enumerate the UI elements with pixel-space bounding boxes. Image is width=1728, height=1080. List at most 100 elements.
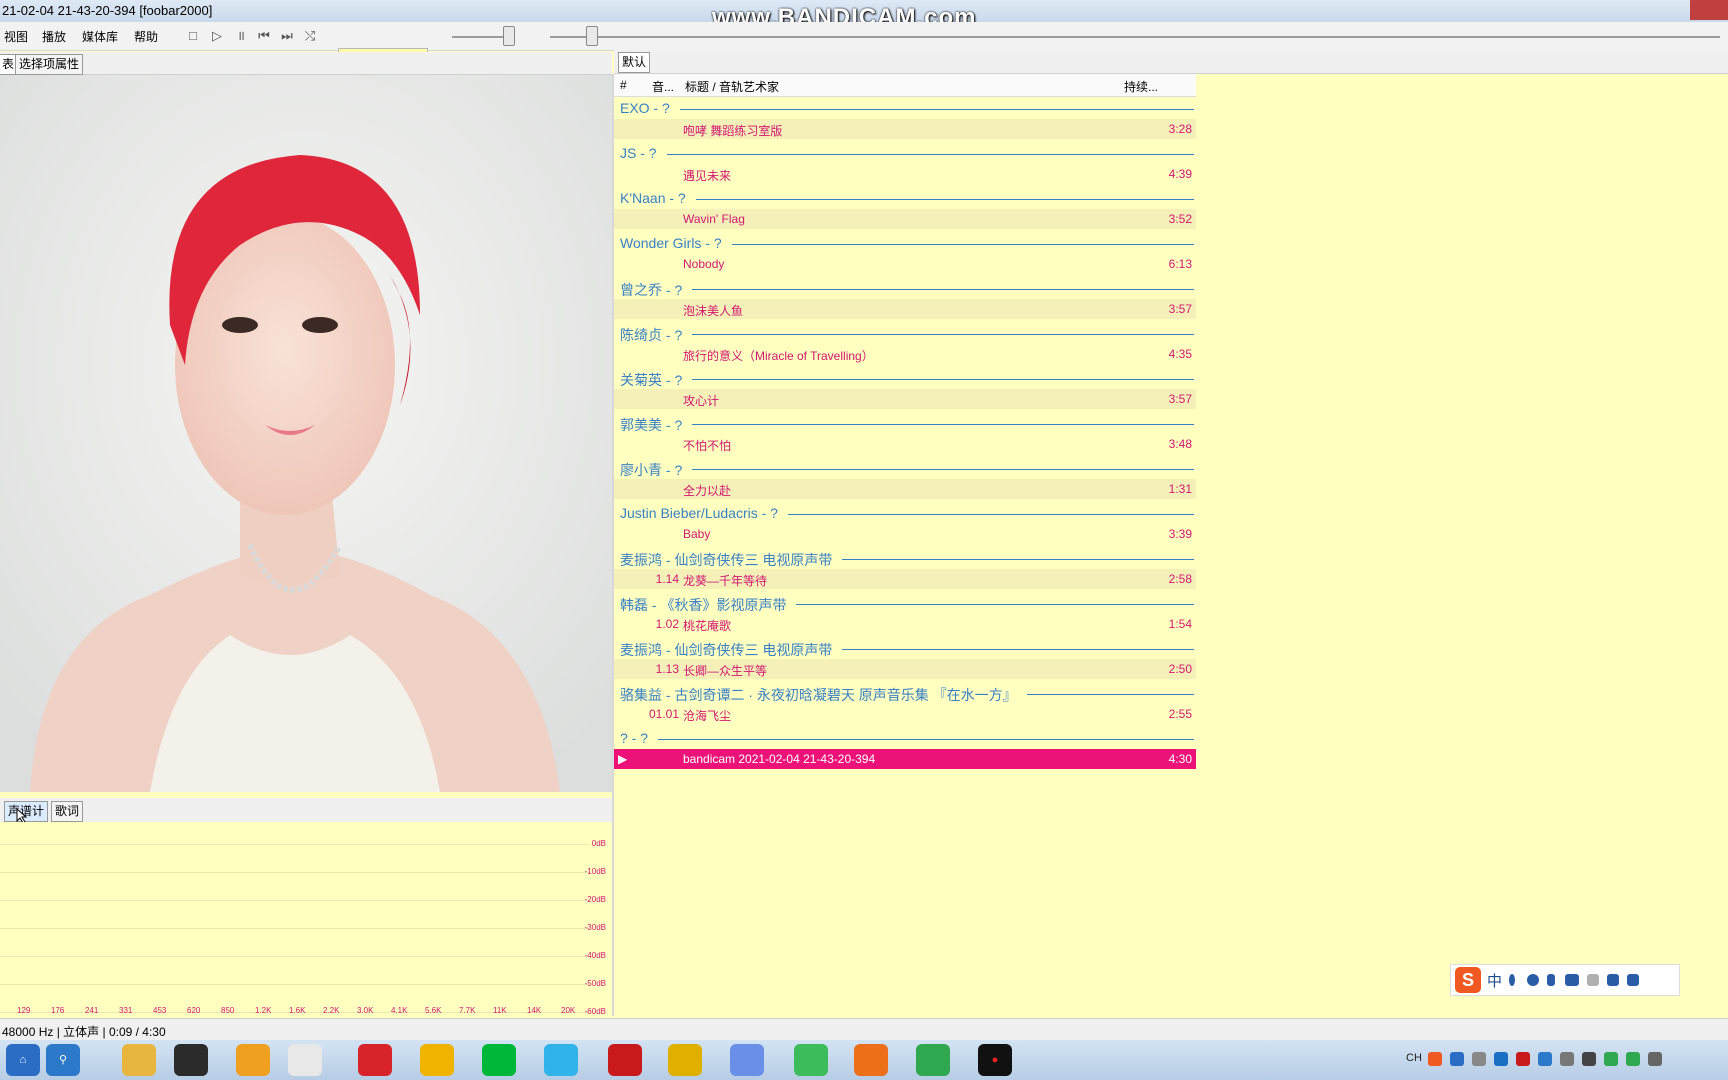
menu-help[interactable]: 帮助	[134, 28, 158, 45]
firefox-icon[interactable]	[854, 1044, 888, 1076]
track-row[interactable]: 1.14 龙葵—千年等待 2:58	[614, 569, 1196, 589]
track-row[interactable]: Wavin' Flag 3:52	[614, 209, 1196, 229]
group-header[interactable]: 麦振鸿 - 仙剑奇侠传三 电视原声带	[620, 640, 832, 660]
column-duration[interactable]: 持续...	[1124, 78, 1158, 95]
netease-music-icon[interactable]	[358, 1044, 392, 1076]
browser-tray-icon[interactable]	[1626, 1052, 1640, 1066]
player-app-icon[interactable]	[420, 1044, 454, 1076]
refresh-app-icon[interactable]	[916, 1044, 950, 1076]
frequency-label: 3.0K	[357, 1006, 374, 1015]
pause-icon[interactable]: ॥	[232, 27, 250, 45]
chat-tray-icon[interactable]	[1538, 1052, 1552, 1066]
play-icon[interactable]: ▷	[208, 27, 226, 45]
media-player-classic-icon[interactable]	[174, 1044, 208, 1076]
ime-toolbar[interactable]: S 中	[1450, 964, 1680, 996]
menu-playback[interactable]: 播放	[42, 28, 66, 45]
group-header[interactable]: 骆集益 - 古剑奇谭二 · 永夜初晗凝碧天 原声音乐集 『在水一方』	[620, 685, 1017, 705]
close-window-button[interactable]	[1690, 0, 1728, 20]
wifi-tray-icon[interactable]	[1648, 1052, 1662, 1066]
menu-bar: 视图 播放 媒体库 帮助 □ ▷ ॥ ⏮ ⏭ ⤭	[0, 22, 1728, 70]
input-language-indicator[interactable]: CH	[1406, 1052, 1422, 1064]
skin-icon[interactable]	[1607, 974, 1619, 986]
group-header[interactable]: 郭美美 - ?	[620, 415, 682, 435]
stop-icon[interactable]: □	[184, 27, 202, 45]
tab-lyrics[interactable]: 歌词	[51, 801, 84, 822]
group-header[interactable]: 廖小青 - ?	[620, 460, 682, 480]
group-header[interactable]: ? - ?	[620, 730, 648, 746]
volume-slider-thumb[interactable]	[503, 26, 515, 46]
usb-tray-icon[interactable]	[1560, 1052, 1574, 1066]
track-row[interactable]: 1.13 长卿—众生平等 2:50	[614, 659, 1196, 679]
emoji-icon[interactable]	[1527, 974, 1539, 986]
group-header[interactable]: Justin Bieber/Ludacris - ?	[620, 505, 778, 521]
tab-selection-properties[interactable]: 选择项属性	[15, 54, 84, 75]
db-label: -50dB	[584, 979, 606, 988]
tab-default-playlist[interactable]: 默认	[618, 52, 651, 73]
track-row[interactable]: 01.01 沧海飞尘 2:55	[614, 704, 1196, 724]
group-header[interactable]: Wonder Girls - ?	[620, 235, 722, 251]
group-header[interactable]: 关菊英 - ?	[620, 370, 682, 390]
track-row[interactable]: 遇见未来 4:39	[614, 164, 1196, 184]
track-row[interactable]: 咆哮 舞蹈练习室版 3:28	[614, 119, 1196, 139]
group-header[interactable]: 麦振鸿 - 仙剑奇侠传三 电视原声带	[620, 550, 832, 570]
headphones-app-icon[interactable]	[236, 1044, 270, 1076]
group-separator	[658, 739, 1194, 740]
sogou-tray-icon[interactable]	[1428, 1052, 1442, 1066]
search-icon[interactable]: ⚲	[46, 1044, 80, 1076]
shield-tray-icon[interactable]	[1494, 1052, 1508, 1066]
track-row[interactable]: 泡沫美人鱼 3:57	[614, 299, 1196, 319]
chrome-icon[interactable]	[668, 1044, 702, 1076]
track-row[interactable]: Nobody 6:13	[614, 254, 1196, 274]
group-separator	[692, 289, 1194, 290]
ime-mode[interactable]: 中	[1487, 970, 1502, 991]
punctuation-icon[interactable]	[1509, 974, 1515, 986]
youku-icon[interactable]	[544, 1044, 578, 1076]
frequency-label: 620	[187, 1006, 201, 1015]
menu-view[interactable]: 视图	[4, 28, 28, 45]
keyboard-icon[interactable]	[1565, 974, 1579, 986]
column-title-artist[interactable]: 标题 / 音轨艺术家	[685, 78, 779, 95]
track-row[interactable]: 旅行的意义（Miracle of Travelling） 4:35	[614, 344, 1196, 364]
track-title: 攻心计	[683, 394, 720, 408]
file-explorer-icon[interactable]	[122, 1044, 156, 1076]
visualization-tabs: 声谱计 歌词	[0, 798, 612, 824]
track-row[interactable]: 全力以赴 1:31	[614, 479, 1196, 499]
flash-icon[interactable]	[608, 1044, 642, 1076]
group-header[interactable]: 曾之乔 - ?	[620, 280, 682, 300]
flash-tray-icon[interactable]	[1516, 1052, 1530, 1066]
seek-bar-track[interactable]	[550, 36, 1720, 38]
track-row[interactable]: Baby 3:39	[614, 524, 1196, 544]
microphone-icon[interactable]	[1547, 974, 1555, 986]
column-track[interactable]: 音...	[652, 78, 674, 95]
random-icon[interactable]: ⤭	[301, 27, 319, 45]
track-row[interactable]: 攻心计 3:57	[614, 389, 1196, 409]
speaker-tray-icon[interactable]	[1582, 1052, 1596, 1066]
group-header[interactable]: 陈绮贞 - ?	[620, 325, 682, 345]
group-header[interactable]: 韩磊 - 《秋香》影视原声带	[620, 595, 786, 615]
video-app-icon[interactable]	[794, 1044, 828, 1076]
next-icon[interactable]: ⏭	[278, 27, 296, 45]
toolbox-icon[interactable]	[1627, 974, 1639, 986]
update-tray-icon[interactable]	[1604, 1052, 1618, 1066]
spectrum-gridline	[0, 956, 590, 957]
sogou-logo-icon[interactable]: S	[1455, 967, 1481, 993]
group-header[interactable]: K'Naan - ?	[620, 190, 686, 206]
feishu-icon[interactable]	[730, 1044, 764, 1076]
help-tray-icon[interactable]	[1450, 1052, 1464, 1066]
column-number[interactable]: #	[620, 78, 627, 92]
menu-library[interactable]: 媒体库	[82, 28, 118, 45]
seek-bar-thumb[interactable]	[586, 26, 598, 46]
group-header[interactable]: EXO - ?	[620, 100, 670, 116]
user-icon[interactable]	[1587, 974, 1599, 986]
start-button[interactable]: ⌂	[6, 1044, 40, 1076]
track-row[interactable]: 1.02 桃花庵歌 1:54	[614, 614, 1196, 634]
track-row[interactable]: ▶ bandicam 2021-02-04 21-43-20-394 4:30	[614, 749, 1196, 769]
iqiyi-icon[interactable]	[482, 1044, 516, 1076]
foobar2000-icon[interactable]	[288, 1044, 322, 1076]
previous-icon[interactable]: ⏮	[255, 27, 273, 45]
track-row[interactable]: 不怕不怕 3:48	[614, 434, 1196, 454]
bandicam-record-icon[interactable]: ●	[978, 1044, 1012, 1076]
group-header[interactable]: JS - ?	[620, 145, 657, 161]
network-tray-icon[interactable]	[1472, 1052, 1486, 1066]
track-duration: 1:31	[1168, 482, 1192, 496]
